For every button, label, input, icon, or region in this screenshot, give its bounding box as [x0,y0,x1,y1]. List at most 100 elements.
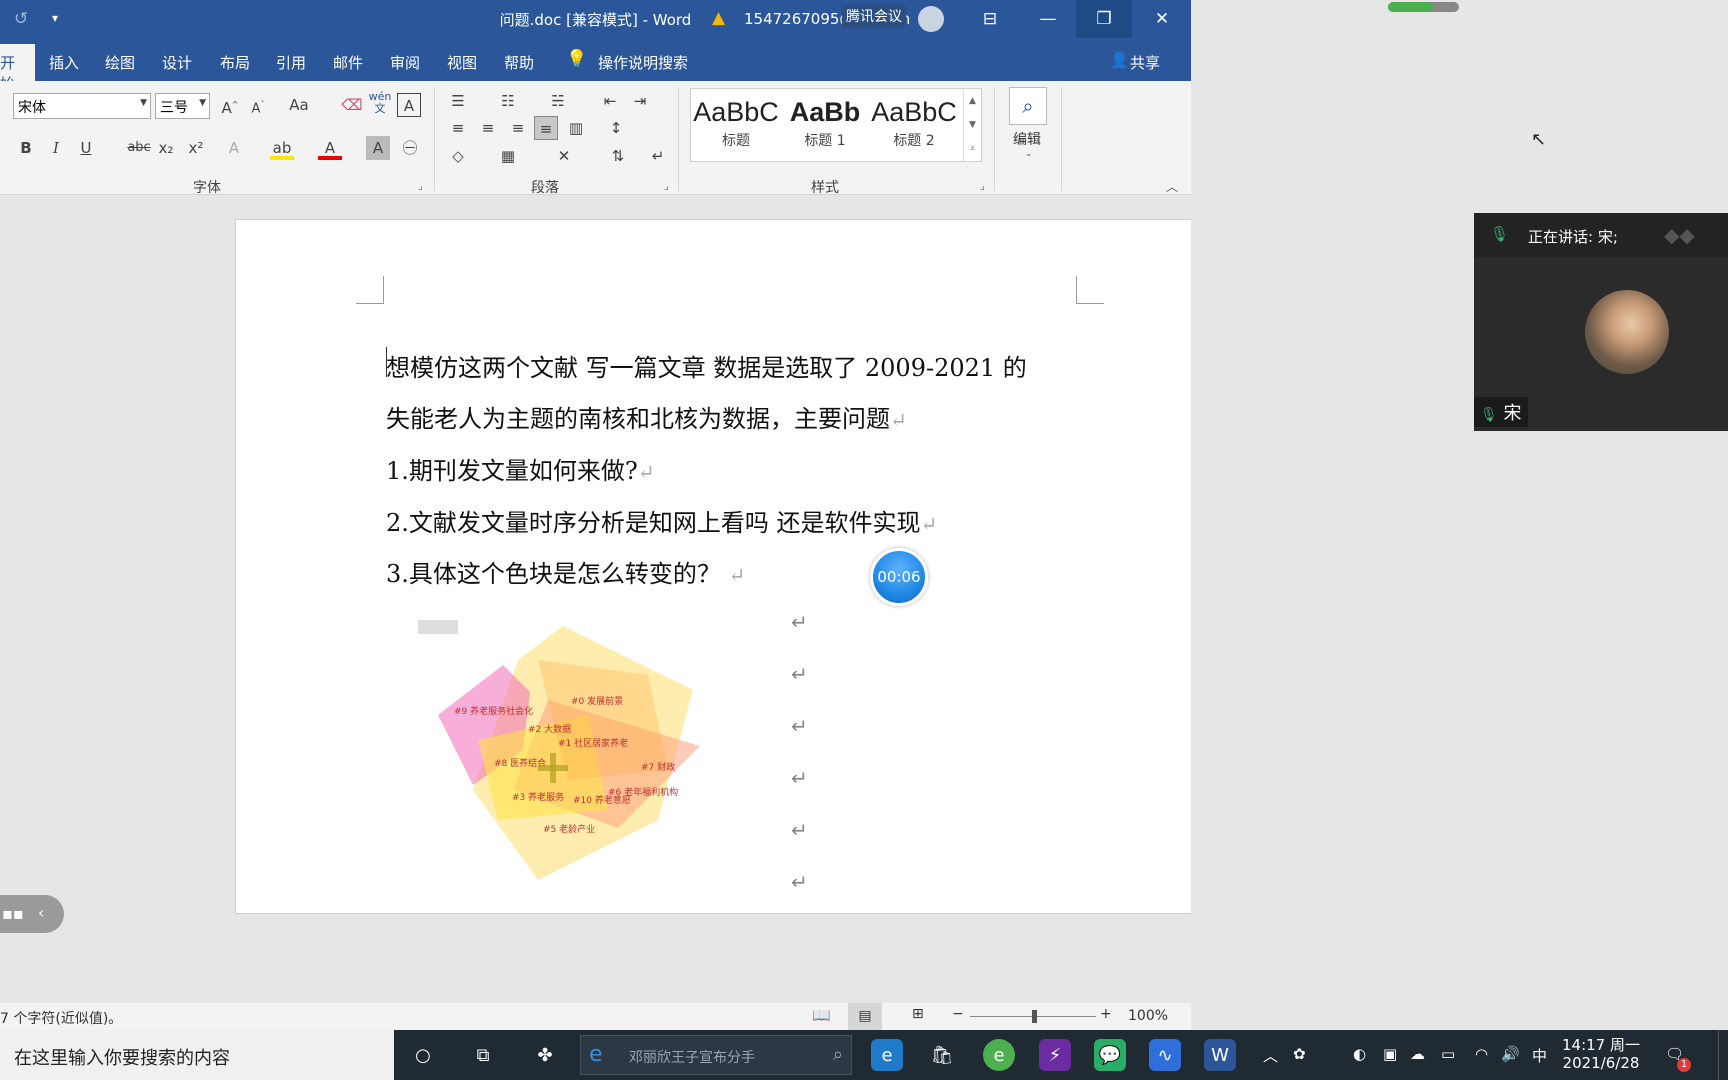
enclose-char-icon[interactable]: ㊀ [398,136,422,160]
align-right-icon[interactable]: ≡ [506,116,530,140]
subscript-button[interactable]: x₂ [154,136,178,160]
zoom-out-icon[interactable]: − [952,1006,964,1022]
store-icon[interactable]: 🛍 [926,1039,958,1071]
restore-button[interactable]: ❐ [1076,0,1132,38]
minimize-button[interactable]: — [1020,0,1076,38]
clear-format-icon[interactable]: ⌫ [340,93,364,117]
ime-indicator[interactable]: 中 [1532,1045,1547,1066]
chat-float-button[interactable]: ▪▪ ‹ [0,895,64,933]
zoom-in-icon[interactable]: + [1100,1006,1112,1022]
cloud-icon[interactable]: ☁ [1410,1045,1425,1063]
find-button[interactable]: ⌕ [1009,87,1047,125]
flower-app-icon[interactable]: ✿ [1293,1045,1306,1063]
shrink-font-icon[interactable]: Aˇ [246,93,270,117]
style-title[interactable]: AaBbC 标题 [691,97,781,150]
meeting-icon[interactable]: ∿ [1149,1039,1181,1071]
zoom-thumb[interactable] [1032,1010,1037,1023]
style-heading-1[interactable]: AaBb 标题 1 [780,97,870,150]
close-button[interactable]: ✕ [1134,0,1190,38]
text-effects-icon[interactable]: A [222,136,246,160]
web-layout-icon[interactable]: ⊞ [912,1006,924,1022]
print-layout-icon[interactable]: ▤ [848,1003,882,1030]
font-color-icon[interactable]: A [318,136,342,160]
battery-icon[interactable]: ▭ [1441,1045,1455,1063]
read-mode-icon[interactable]: 📖 [812,1006,831,1024]
ribbon-display-icon[interactable]: ⊟ [962,0,1018,38]
italic-button[interactable]: I [44,136,68,160]
browser-search-box[interactable]: e 邓丽欣王子宣布分手 ⌕ [580,1035,852,1075]
share-button[interactable]: 共享 [1130,52,1160,73]
line-spacing-icon[interactable]: ↕ [604,116,628,140]
tray-expand-icon[interactable]: ︿ [1263,1045,1278,1066]
styles-scroll[interactable]: ▲ ▼ ⩡ [963,89,981,161]
underline-button[interactable]: U [74,136,98,160]
tray-app-icon[interactable]: ▣ [1383,1045,1397,1063]
multilevel-list-icon[interactable]: ☵ [546,89,570,113]
tab-draw[interactable]: 绘图 [105,52,135,73]
recording-timer[interactable]: 00:06 [870,548,928,606]
justify-icon[interactable]: ≡ [534,116,558,140]
increase-indent-icon[interactable]: ⇥ [628,89,652,113]
chinese-layout-icon[interactable]: ✕ [552,144,576,168]
tab-review[interactable]: 审阅 [390,52,420,73]
clock[interactable]: 14:17 周一 2021/6/28 [1562,1036,1640,1072]
cortana-icon[interactable]: ○ [407,1039,439,1071]
shading-icon[interactable]: ◇ [446,144,470,168]
pinwheel-app-icon[interactable]: ✤ [529,1039,561,1071]
word-count[interactable]: 7 个字符(近似值)。 [0,1008,122,1028]
dialog-launcher-icon[interactable]: ⌟ [980,181,985,192]
wifi-icon[interactable]: ◠ [1475,1045,1488,1063]
tab-references[interactable]: 引用 [276,52,306,73]
char-shading-icon[interactable]: A [366,136,390,160]
phonetic-guide-icon[interactable]: wén 文 [368,91,392,115]
zoom-slider[interactable] [970,1010,1096,1023]
numbering-icon[interactable]: ☷ [496,89,520,113]
font-size-select[interactable]: 三号 ▼ [155,93,210,119]
char-border-icon[interactable]: A [397,93,421,117]
tab-home[interactable]: 开始 [0,44,35,93]
align-left-icon[interactable]: ≡ [446,116,470,140]
tab-design[interactable]: 设计 [162,52,192,73]
warning-icon[interactable]: ▲ [712,8,725,28]
bullets-icon[interactable]: ☰ [446,89,470,113]
dialog-launcher-icon[interactable]: ⌟ [664,181,669,192]
zoom-level[interactable]: 100% [1128,1008,1168,1024]
tab-layout[interactable]: 布局 [220,52,250,73]
user-avatar-icon[interactable] [918,6,944,32]
cluster-map-image[interactable]: #0 发展前景 #9 养老服务社会化 #2 大数据 #1 社区居家养老 #8 医… [418,620,748,890]
word-taskbar-icon[interactable]: W [1204,1039,1236,1071]
tab-view[interactable]: 视图 [447,52,477,73]
decrease-indent-icon[interactable]: ⇤ [598,89,622,113]
font-name-select[interactable]: 宋体 ▼ [13,93,151,119]
task-view-icon[interactable]: ⧉ [467,1039,499,1071]
bold-button[interactable]: B [14,136,38,160]
taskbar-search[interactable]: 在这里输入你要搜索的内容 [0,1030,394,1080]
highlight-icon[interactable]: ab [270,136,294,160]
grow-font-icon[interactable]: A^ [218,93,242,117]
browser-360-icon[interactable]: e [983,1039,1015,1071]
tell-me-search[interactable]: 操作说明搜索 [598,52,688,73]
show-desktop-button[interactable] [1718,1030,1728,1080]
change-case-icon[interactable]: Aa [284,93,314,117]
distributed-icon[interactable]: ▥ [564,116,588,140]
edge-icon[interactable]: e [871,1039,903,1071]
game-app-icon[interactable]: ⚡ [1039,1039,1071,1071]
edit-group-label[interactable]: 编辑 [1013,129,1041,149]
show-marks-icon[interactable]: ↵ [646,144,670,168]
strikethrough-button[interactable]: abc [124,136,154,160]
borders-icon[interactable]: ▦ [496,144,520,168]
sort-icon[interactable]: ⇅ [606,144,630,168]
wechat-icon[interactable]: 💬 [1094,1039,1126,1071]
tab-help[interactable]: 帮助 [504,52,534,73]
document-page[interactable]: 想模仿这两个文献 写一篇文章 数据是选取了 2009-2021 的 失能老人为主… [235,219,1191,914]
superscript-button[interactable]: x² [184,136,208,160]
tab-insert[interactable]: 插入 [49,52,79,73]
collapse-ribbon-icon[interactable]: ︿ [1166,178,1178,195]
tray-app-icon[interactable]: ◐ [1353,1045,1366,1063]
style-heading-2[interactable]: AaBbC 标题 2 [869,97,959,150]
participant-video[interactable] [1585,290,1669,374]
tab-mailings[interactable]: 邮件 [333,52,363,73]
volume-icon[interactable]: 🔊 [1501,1045,1520,1063]
align-center-icon[interactable]: ≡ [476,116,500,140]
dialog-launcher-icon[interactable]: ⌟ [418,181,423,192]
